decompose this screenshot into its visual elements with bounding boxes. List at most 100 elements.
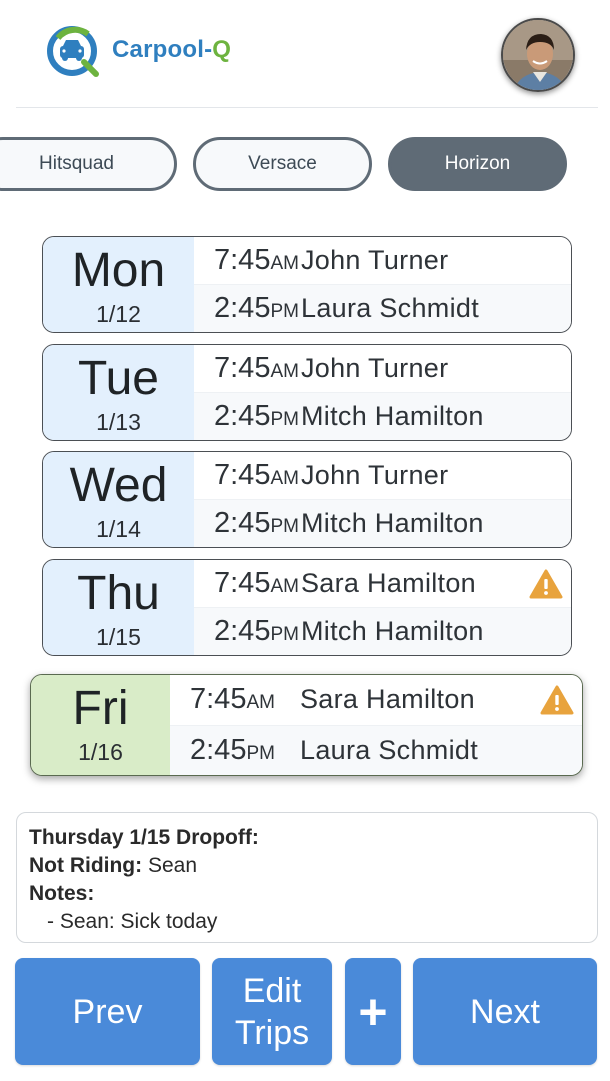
trip-rows: 7:45AM John Turner 2:45PM Mitch Hamilton [194, 452, 571, 547]
time-value: 2:45 [214, 292, 271, 324]
time-suffix: AM [270, 253, 299, 274]
tab-hitsquad[interactable]: Hitsquad [0, 137, 177, 191]
morning-trip[interactable]: 7:45AM John Turner [194, 345, 571, 392]
afternoon-driver: Mitch Hamilton [301, 401, 484, 431]
afternoon-time: 2:45PM [194, 615, 301, 648]
not-riding-value: Sean [147, 854, 198, 877]
morning-driver: Sara Hamilton [301, 568, 476, 598]
morning-time: 7:45AM [194, 567, 301, 600]
morning-driver: John Turner [301, 245, 449, 275]
not-riding-line: Not Riding: Sean [29, 852, 585, 880]
morning-trip[interactable]: 7:45AM Sara Hamilton [194, 560, 571, 607]
time-value: 7:45 [214, 459, 271, 491]
day-card-mon[interactable]: Mon 1/12 7:45AM John Turner 2:45PM Laura… [42, 236, 572, 333]
plus-icon: + [358, 983, 388, 1040]
group-tabs: Hitsquad Versace Horizon [0, 137, 610, 193]
time-suffix: PM [270, 301, 299, 322]
prev-button[interactable]: Prev [15, 958, 200, 1065]
time-value: 7:45 [214, 567, 271, 599]
time-value: 2:45 [214, 615, 271, 647]
note-line: - Sean: Sick today [47, 910, 218, 933]
avatar-photo-icon [503, 20, 573, 90]
tab-versace[interactable]: Versace [193, 137, 372, 191]
warning-icon[interactable] [540, 685, 574, 715]
day-label: Mon 1/12 [43, 237, 194, 332]
afternoon-trip[interactable]: 2:45PM Laura Schmidt [194, 284, 571, 332]
day-label: Fri 1/16 [31, 675, 170, 775]
afternoon-time: 2:45PM [194, 400, 301, 433]
time-suffix: AM [270, 576, 299, 597]
add-trip-button[interactable]: + [345, 958, 401, 1065]
notes-label: Notes: [29, 882, 95, 905]
time-suffix: AM [270, 361, 299, 382]
morning-time: 7:45AM [170, 683, 300, 716]
next-button[interactable]: Next [413, 958, 597, 1065]
warning-icon[interactable] [529, 569, 563, 599]
trip-rows: 7:45AM Sara Hamilton 2:45PM Mitch Hamilt… [194, 560, 571, 655]
trip-notes-panel: Thursday 1/15 Dropoff: Not Riding: Sean … [16, 812, 598, 943]
time-suffix: PM [246, 742, 275, 764]
time-suffix: PM [270, 624, 299, 645]
day-card-wed[interactable]: Wed 1/14 7:45AM John Turner 2:45PM Mitch… [42, 451, 572, 548]
day-label: Tue 1/13 [43, 345, 194, 440]
day-date: 1/13 [96, 409, 141, 435]
day-name: Mon [71, 244, 166, 297]
time-value: 2:45 [190, 733, 247, 766]
morning-trip[interactable]: 7:45AM John Turner [194, 237, 571, 284]
day-date: 1/12 [96, 301, 141, 327]
notes-heading: Notes: [29, 880, 585, 908]
afternoon-time: 2:45PM [194, 292, 301, 325]
user-avatar[interactable] [501, 18, 575, 92]
tab-horizon[interactable]: Horizon [388, 137, 567, 191]
day-name: Fri [72, 682, 129, 735]
notes-title: Thursday 1/15 Dropoff: [29, 824, 585, 852]
time-suffix: PM [270, 516, 299, 537]
morning-driver: John Turner [301, 353, 449, 383]
morning-time: 7:45AM [194, 244, 301, 277]
time-suffix: AM [270, 468, 299, 489]
day-name: Wed [69, 459, 168, 512]
morning-trip[interactable]: 7:45AM John Turner [194, 452, 571, 499]
day-card-thu[interactable]: Thu 1/15 7:45AM Sara Hamilton 2:45PM Mit… [42, 559, 572, 656]
afternoon-time: 2:45PM [170, 734, 300, 767]
time-value: 7:45 [214, 352, 271, 384]
day-date: 1/14 [96, 516, 141, 542]
afternoon-driver: Mitch Hamilton [301, 616, 484, 646]
afternoon-driver: Laura Schmidt [300, 734, 478, 765]
not-riding-label: Not Riding: [29, 854, 143, 877]
morning-time: 7:45AM [194, 459, 301, 492]
app-title-main: Carpool- [112, 36, 213, 63]
prev-label: Prev [72, 992, 143, 1031]
day-label: Wed 1/14 [43, 452, 194, 547]
time-value: 2:45 [214, 507, 271, 539]
day-card-tue[interactable]: Tue 1/13 7:45AM John Turner 2:45PM Mitch… [42, 344, 572, 441]
time-value: 7:45 [214, 244, 271, 276]
edit-trips-button[interactable]: Edit Trips [212, 958, 332, 1065]
edit-trips-label: Edit Trips [234, 971, 310, 1052]
trip-rows: 7:45AM John Turner 2:45PM Laura Schmidt [194, 237, 571, 332]
morning-time: 7:45AM [194, 352, 301, 385]
afternoon-trip[interactable]: 2:45PM Mitch Hamilton [194, 392, 571, 440]
afternoon-driver: Laura Schmidt [301, 293, 479, 323]
trip-rows: 7:45AM Sara Hamilton 2:45PM Laura Schmid… [170, 675, 582, 775]
day-date: 1/15 [96, 624, 141, 650]
day-label: Thu 1/15 [43, 560, 194, 655]
time-value: 2:45 [214, 400, 271, 432]
app-title: Carpool-Q [112, 36, 231, 64]
morning-trip[interactable]: 7:45AM Sara Hamilton [170, 675, 582, 725]
day-date: 1/16 [78, 739, 123, 765]
day-name: Tue [78, 352, 159, 405]
notes-title-text: Thursday 1/15 Dropoff: [29, 826, 259, 849]
afternoon-trip[interactable]: 2:45PM Mitch Hamilton [194, 499, 571, 547]
morning-driver: Sara Hamilton [300, 684, 475, 715]
app-header: Carpool-Q [16, 0, 598, 108]
afternoon-driver: Mitch Hamilton [301, 508, 484, 538]
morning-driver: John Turner [301, 460, 449, 490]
carpool-logo-icon [47, 26, 99, 77]
afternoon-trip[interactable]: 2:45PM Laura Schmidt [170, 724, 582, 775]
day-name: Thu [77, 567, 160, 620]
afternoon-time: 2:45PM [194, 507, 301, 540]
app-title-q: Q [212, 36, 232, 63]
day-card-fri[interactable]: Fri 1/16 7:45AM Sara Hamilton 2:45PM Lau… [30, 674, 583, 776]
afternoon-trip[interactable]: 2:45PM Mitch Hamilton [194, 607, 571, 655]
